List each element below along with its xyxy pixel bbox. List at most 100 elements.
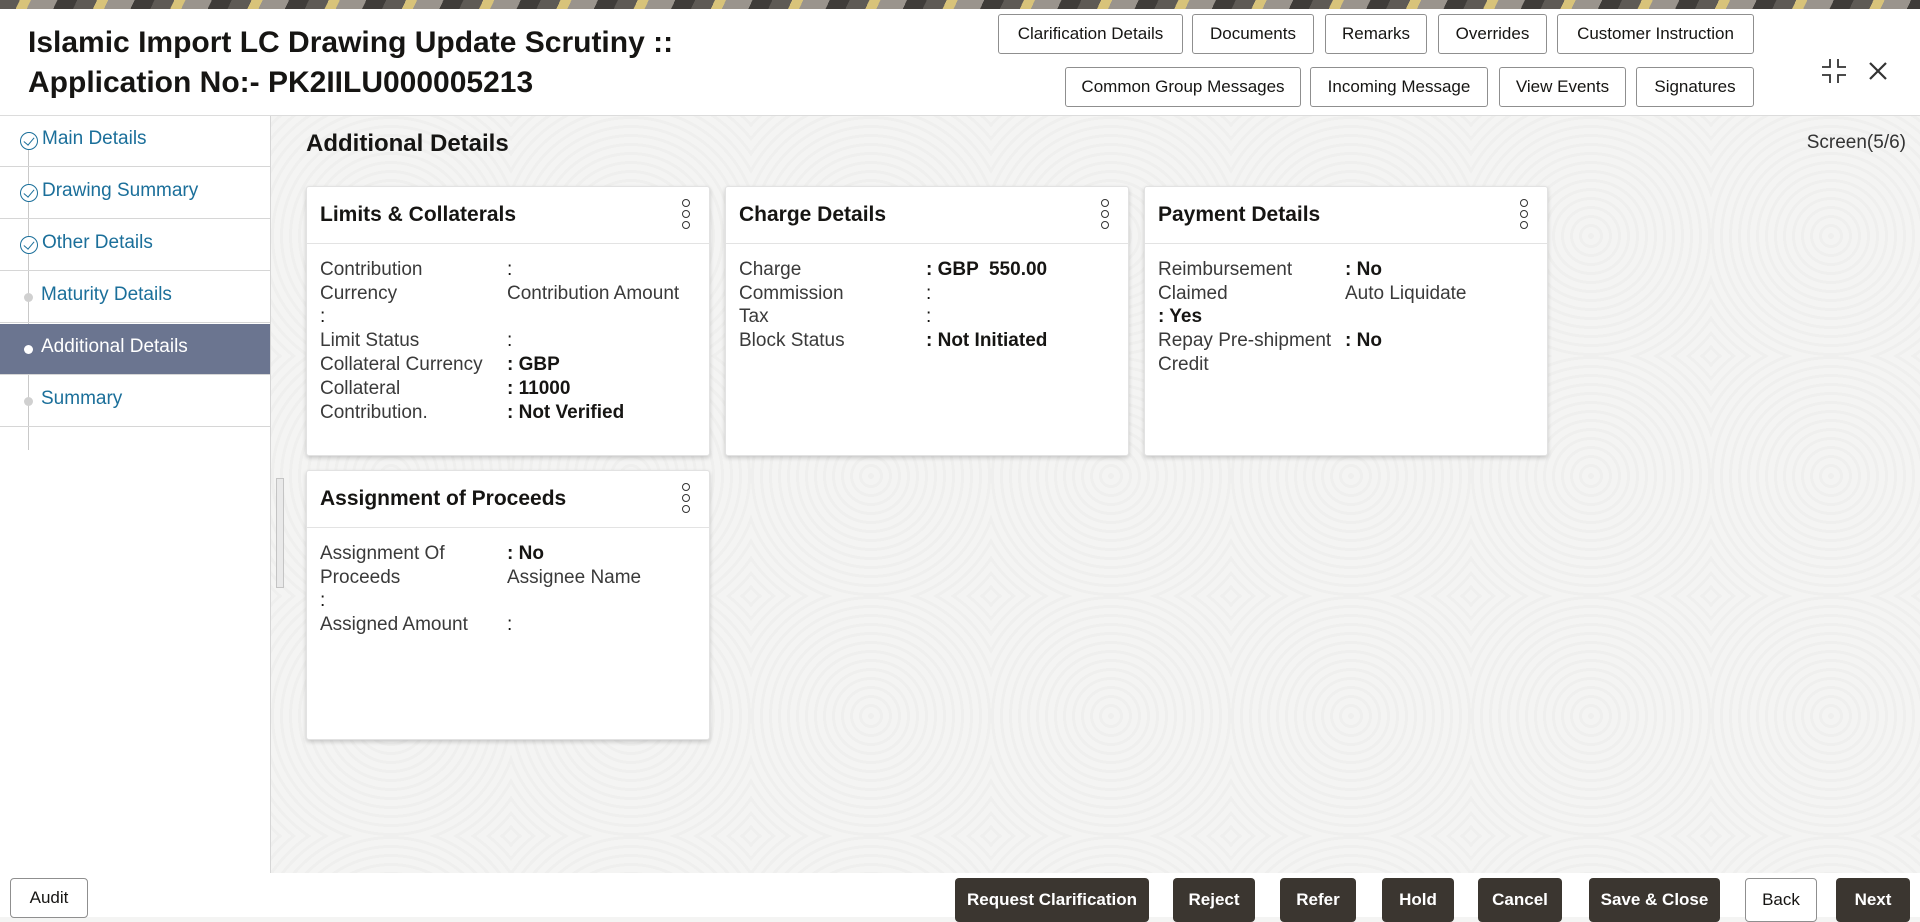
payment-details-card[interactable]: Payment Details Reimbursement : No Claim… (1144, 186, 1548, 456)
step-dot-icon (24, 293, 33, 302)
footer-action-bar: Audit Request Clarification Reject Refer… (0, 873, 1920, 917)
card-header: Charge Details (726, 187, 1128, 244)
sidebar-item-drawing-summary[interactable]: Drawing Summary (0, 168, 270, 219)
limit-status-label: Limit Status (320, 329, 419, 353)
repay-preshipment-label-line1: Repay Pre-shipment (1158, 329, 1331, 353)
documents-button[interactable]: Documents (1192, 14, 1314, 54)
contribution-amount-label: Contribution Amount (507, 282, 679, 306)
application-number: Application No:- PK2IILU000005213 (28, 63, 673, 103)
card-header: Limits & Collaterals (307, 187, 709, 244)
overrides-button[interactable]: Overrides (1438, 14, 1547, 54)
customer-instruction-button[interactable]: Customer Instruction (1557, 14, 1754, 54)
card-title: Payment Details (1158, 203, 1320, 227)
contribution-currency-label-line1: Contribution (320, 258, 422, 282)
assignment-of-proceeds-label-line2: Proceeds (320, 566, 400, 590)
card-title: Assignment of Proceeds (320, 487, 566, 511)
section-title: Additional Details (306, 130, 509, 158)
contribution-currency-value: : (507, 258, 512, 282)
request-clarification-button[interactable]: Request Clarification (955, 878, 1149, 922)
commission-label: Commission (739, 282, 844, 306)
top-decorative-strip (0, 0, 1920, 9)
assignment-of-proceeds-value: : No (507, 542, 544, 566)
sidebar-item-maturity-details[interactable]: Maturity Details (0, 272, 270, 323)
main-content: Additional Details Screen(5/6) Limits & … (271, 116, 1920, 873)
kebab-menu-icon[interactable] (1100, 199, 1110, 229)
page-header: Islamic Import LC Drawing Update Scrutin… (0, 9, 1920, 116)
repay-preshipment-value: : No (1345, 329, 1382, 353)
kebab-menu-icon[interactable] (681, 483, 691, 513)
sidebar: Main Details Drawing Summary Other Detai… (0, 116, 271, 917)
page-title: Islamic Import LC Drawing Update Scrutin… (28, 23, 673, 103)
reject-button[interactable]: Reject (1173, 878, 1255, 922)
common-group-messages-button[interactable]: Common Group Messages (1065, 67, 1301, 107)
reimbursement-claimed-label-line1: Reimbursement (1158, 258, 1292, 282)
contribution-currency-label-line2: Currency (320, 282, 397, 306)
contribution-value: : Not Verified (507, 401, 624, 425)
assigned-amount-value: : (507, 613, 512, 637)
collateral-currency-value: : GBP (507, 353, 560, 377)
block-status-value: : Not Initiated (926, 329, 1047, 353)
sidebar-item-label: Maturity Details (41, 284, 172, 306)
repay-preshipment-label-line2: Credit (1158, 353, 1209, 377)
clarification-details-button[interactable]: Clarification Details (998, 14, 1183, 54)
next-button[interactable]: Next (1836, 878, 1910, 922)
charge-value: : GBP 550.00 (926, 258, 1047, 282)
save-close-button[interactable]: Save & Close (1589, 878, 1720, 922)
page-title-line1: Islamic Import LC Drawing Update Scrutin… (28, 23, 673, 63)
audit-button[interactable]: Audit (10, 878, 88, 918)
close-icon[interactable] (1862, 55, 1894, 87)
kebab-menu-icon[interactable] (681, 199, 691, 229)
reimbursement-claimed-label-line2: Claimed (1158, 282, 1228, 306)
sidebar-item-label: Main Details (42, 128, 147, 150)
cancel-button[interactable]: Cancel (1478, 878, 1562, 922)
limits-collaterals-card[interactable]: Limits & Collaterals Contribution : Curr… (306, 186, 710, 456)
contribution-amount-value: : (320, 305, 325, 329)
sidebar-item-label: Summary (41, 388, 122, 410)
commission-value: : (926, 282, 931, 306)
sidebar-item-label: Additional Details (41, 336, 188, 358)
reimbursement-claimed-value: : No (1345, 258, 1382, 282)
assignment-of-proceeds-card[interactable]: Assignment of Proceeds Assignment Of : N… (306, 470, 710, 740)
auto-liquidate-value: : Yes (1158, 305, 1202, 329)
refer-button[interactable]: Refer (1280, 878, 1356, 922)
back-button[interactable]: Back (1745, 878, 1817, 922)
incoming-message-button[interactable]: Incoming Message (1310, 67, 1488, 107)
step-dot-icon (24, 397, 33, 406)
collateral-currency-label: Collateral Currency (320, 353, 483, 377)
tax-value: : (926, 305, 931, 329)
sidebar-item-additional-details[interactable]: Additional Details (0, 324, 270, 375)
check-circle-icon (20, 132, 38, 150)
assignee-name-label: Assignee Name (507, 566, 641, 590)
sidebar-item-main-details[interactable]: Main Details (0, 116, 270, 167)
card-title: Charge Details (739, 203, 886, 227)
kebab-menu-icon[interactable] (1519, 199, 1529, 229)
sidebar-item-other-details[interactable]: Other Details (0, 220, 270, 271)
tax-label: Tax (739, 305, 769, 329)
step-dot-icon (24, 345, 33, 354)
remarks-button[interactable]: Remarks (1325, 14, 1427, 54)
hold-button[interactable]: Hold (1382, 878, 1454, 922)
charge-label: Charge (739, 258, 801, 282)
contribution-label: Contribution. (320, 401, 428, 425)
screen-indicator: Screen(5/6) (1807, 132, 1906, 154)
card-header: Payment Details (1145, 187, 1547, 244)
check-circle-icon (20, 184, 38, 202)
assignee-name-value: : (320, 589, 325, 613)
block-status-label: Block Status (739, 329, 845, 353)
charge-details-card[interactable]: Charge Details Charge : GBP 550.00 Commi… (725, 186, 1129, 456)
sidebar-item-summary[interactable]: Summary (0, 376, 270, 427)
panel-resize-handle[interactable] (276, 478, 284, 588)
minimize-icon[interactable] (1818, 55, 1850, 87)
check-circle-icon (20, 236, 38, 254)
assignment-of-proceeds-label-line1: Assignment Of (320, 542, 445, 566)
auto-liquidate-label: Auto Liquidate (1345, 282, 1467, 306)
assigned-amount-label: Assigned Amount (320, 613, 468, 637)
collateral-label: Collateral (320, 377, 400, 401)
card-header: Assignment of Proceeds (307, 471, 709, 528)
collateral-value: : 11000 (507, 377, 570, 401)
view-events-button[interactable]: View Events (1499, 67, 1626, 107)
sidebar-item-label: Other Details (42, 232, 153, 254)
signatures-button[interactable]: Signatures (1636, 67, 1754, 107)
sidebar-item-label: Drawing Summary (42, 180, 198, 202)
card-title: Limits & Collaterals (320, 203, 516, 227)
